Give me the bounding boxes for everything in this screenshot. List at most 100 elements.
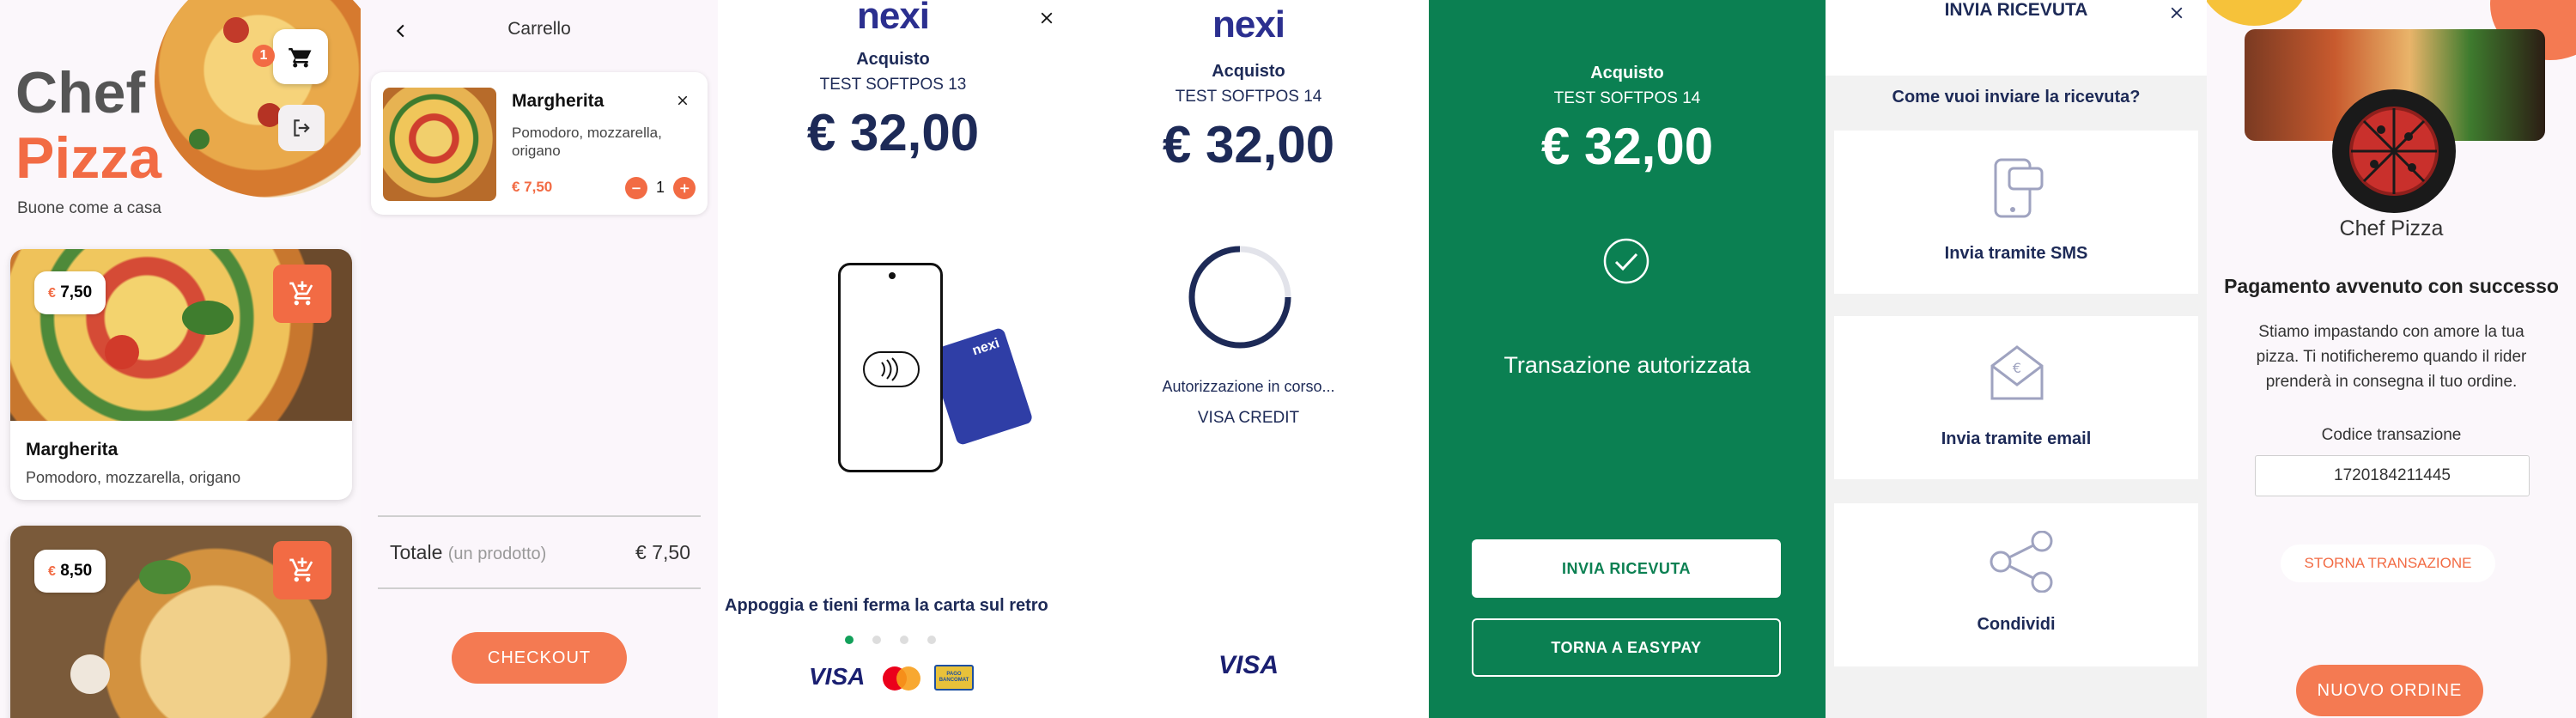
share-icon: [1990, 531, 2053, 593]
send-receipt-screen: INVIA RICEVUTA Come vuoi inviare la rice…: [1826, 0, 2207, 718]
product-price: 8,50: [60, 562, 93, 580]
cart-badge: 1: [252, 45, 275, 67]
add-cart-icon: [289, 281, 313, 306]
total-value: € 7,50: [635, 541, 690, 563]
total-note: (un prodotto): [447, 545, 547, 563]
merchant-name: TEST SOFTPOS 14: [1175, 88, 1322, 106]
payment-processing-screen: nexi Acquisto TEST SOFTPOS 14 € 32,00 Au…: [1068, 0, 1429, 718]
success-message: Stiamo impastando con amore la tua pizza…: [2256, 323, 2527, 391]
transaction-code-field[interactable]: 1720184211445: [2255, 455, 2530, 496]
visa-logo: VISA: [1218, 651, 1279, 679]
merchant-name: TEST SOFTPOS 13: [819, 76, 967, 94]
nexi-card-illustration: nexi: [927, 326, 1034, 447]
chef-pizza-logo: [2332, 89, 2456, 213]
add-cart-icon: [289, 557, 313, 582]
cart-button[interactable]: [273, 29, 328, 84]
checkout-button[interactable]: CHECKOUT: [452, 632, 627, 684]
remove-item-button[interactable]: [670, 88, 696, 113]
app-title-pizza: Pizza: [15, 125, 162, 191]
product-card[interactable]: € 8,50: [10, 526, 352, 718]
decrease-quantity-button[interactable]: [625, 177, 647, 199]
pager-dot: [927, 636, 936, 644]
nexi-logo: nexi: [856, 0, 930, 37]
pizza-topping: [223, 17, 249, 43]
payment-authorized-screen: Acquisto TEST SOFTPOS 14 € 32,00 Transaz…: [1429, 0, 1826, 718]
nexi-logo: nexi: [1212, 3, 1285, 46]
send-receipt-button[interactable]: INVIA RICEVUTA: [1472, 539, 1781, 598]
cart-screen: Carrello Margherita Pomodoro, mozzarella…: [361, 0, 718, 718]
purchase-label: Acquisto: [856, 50, 930, 69]
refund-transaction-button[interactable]: STORNA TRANSAZIONE: [2281, 545, 2495, 582]
divider: [378, 515, 701, 517]
share-option[interactable]: Condividi: [1834, 503, 2198, 666]
cart-icon: [289, 48, 312, 68]
add-to-cart-button[interactable]: [273, 541, 331, 599]
close-icon: [2171, 7, 2183, 19]
minus-icon: [632, 187, 641, 190]
visa-logo: VISA: [809, 663, 866, 690]
new-order-button[interactable]: NUOVO ORDINE: [2296, 665, 2483, 716]
cart-item-name: Margherita: [512, 91, 605, 111]
merchant-name: TEST SOFTPOS 14: [1553, 89, 1701, 107]
page-title: INVIA RICEVUTA: [1944, 0, 2088, 20]
back-to-easypay-button[interactable]: TORNA A EASYPAY: [1472, 618, 1781, 677]
purchase-label: Acquisto: [1212, 62, 1285, 81]
increase-quantity-button[interactable]: [673, 177, 696, 199]
check-circle-icon: [1603, 238, 1649, 284]
price-chip: € 7,50: [34, 271, 106, 314]
send-sms-option[interactable]: Invia tramite SMS: [1834, 131, 2198, 294]
authorization-status: Autorizzazione in corso...: [1162, 378, 1335, 395]
phone-illustration: [838, 263, 943, 472]
close-button[interactable]: [2164, 0, 2190, 26]
contactless-symbol: [863, 351, 920, 387]
payment-success-screen: Chef Pizza Pagamento avvenuto con succes…: [2207, 0, 2576, 718]
sms-phone-icon: [1994, 158, 2044, 218]
bancomat-label: PAGO BANCOMAT: [939, 672, 969, 683]
option-label: Invia tramite SMS: [1944, 244, 2088, 263]
divider: [378, 587, 701, 589]
pizza-header-image: [155, 0, 361, 198]
app-subtitle: Buone come a casa: [17, 199, 161, 217]
transaction-code-label: Codice transazione: [2321, 426, 2462, 444]
payment-amount: € 32,00: [1540, 118, 1714, 175]
option-label: Invia tramite email: [1941, 429, 2092, 448]
tap-instruction: Appoggia e tieni ferma la carta sul retr…: [725, 596, 1048, 615]
cart-item-description: Pomodoro, mozzarella, origano: [512, 125, 662, 159]
payment-amount: € 32,00: [806, 104, 980, 161]
payment-tap-screen: nexi Acquisto TEST SOFTPOS 13 € 32,00 ne…: [718, 0, 1068, 718]
product-price: 7,50: [60, 283, 93, 301]
logout-button[interactable]: [278, 105, 325, 151]
product-description: Pomodoro, mozzarella, origano: [26, 469, 241, 486]
bancomat-logo: PAGO BANCOMAT: [934, 665, 974, 691]
menu-screen: Chef Pizza Buone come a casa 1 € 7,50 Ma…: [0, 0, 361, 718]
price-chip: € 8,50: [34, 550, 106, 593]
pizza-logo-icon: [2349, 106, 2439, 196]
plus-icon: [680, 184, 690, 193]
pager-dot: [872, 636, 881, 644]
tomato-slice: [105, 335, 139, 369]
basil-leaf: [182, 301, 234, 335]
app-title-chef: Chef: [15, 60, 146, 125]
total-row: Totale (un prodotto) € 7,50: [390, 541, 690, 564]
send-email-option[interactable]: € Invia tramite email: [1834, 316, 2198, 479]
transaction-status: Transazione autorizzata: [1504, 352, 1751, 378]
cart-item-price: € 7,50: [512, 179, 553, 195]
svg-text:€: €: [2013, 360, 2021, 376]
pizza-topping: [189, 129, 210, 149]
currency-symbol: €: [48, 286, 56, 301]
payment-amount: € 32,00: [1162, 116, 1335, 173]
currency-symbol: €: [48, 564, 56, 579]
item-quantity: 1: [655, 179, 665, 196]
card-brand-label: nexi: [970, 336, 1002, 359]
product-card[interactable]: € 7,50 Margherita Pomodoro, mozzarella, …: [10, 249, 352, 500]
success-title: Pagamento avvenuto con successo: [2224, 275, 2559, 297]
email-envelope-icon: €: [1990, 345, 2044, 400]
mastercard-circle-yellow: [896, 666, 920, 691]
close-button[interactable]: [1032, 3, 1061, 33]
purchase-label: Acquisto: [1590, 64, 1664, 82]
add-to-cart-button[interactable]: [273, 265, 331, 323]
mastercard-logo: [883, 666, 920, 691]
phone-camera: [889, 272, 896, 279]
card-type: VISA CREDIT: [1197, 409, 1300, 427]
total-label: Totale: [390, 541, 443, 563]
